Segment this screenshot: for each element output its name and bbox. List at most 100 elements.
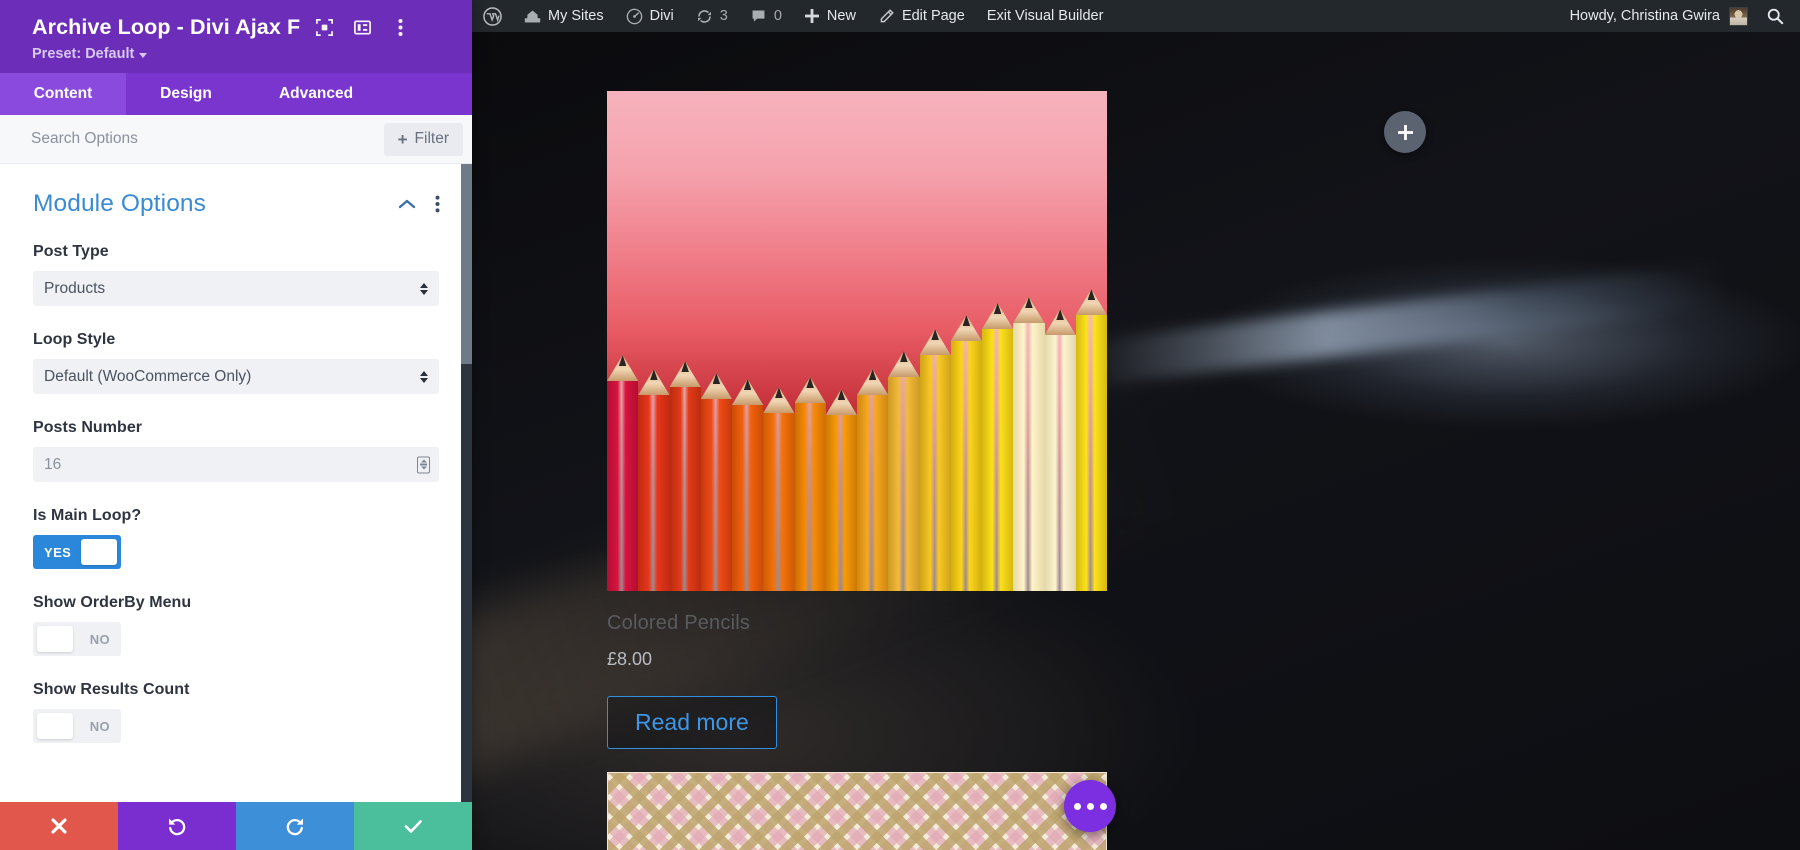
panel-title-row: Archive Loop - Divi Ajax Filt... xyxy=(32,13,454,41)
admin-bar-search-button[interactable] xyxy=(1760,7,1800,25)
admin-bar-updates-count: 3 xyxy=(720,8,728,24)
admin-bar-my-sites[interactable]: My Sites xyxy=(513,0,615,32)
preset-label: Preset: Default xyxy=(32,46,134,62)
filter-button-label: Filter xyxy=(415,130,449,148)
product-card[interactable] xyxy=(607,772,1107,850)
visual-builder-canvas[interactable]: Colored Pencils £8.00 Read more xyxy=(472,32,1800,850)
panel-scrollbar-thumb[interactable] xyxy=(461,164,472,364)
field-label: Posts Number xyxy=(33,419,439,437)
toggle-knob xyxy=(37,713,73,739)
field-label: Is Main Loop? xyxy=(33,507,439,525)
admin-bar-my-sites-label: My Sites xyxy=(548,8,604,24)
admin-bar-right-group: Howdy, Christina Gwira xyxy=(1558,0,1800,32)
redo-arrow-icon xyxy=(284,815,306,837)
vertical-dots-icon[interactable] xyxy=(422,195,452,213)
loop-style-select[interactable]: Default (WooCommerce Only) xyxy=(33,359,439,394)
wordpress-logo-icon xyxy=(483,7,502,26)
panel-tabs: Content Design Advanced xyxy=(0,73,472,115)
layout-panel-icon[interactable] xyxy=(348,13,376,41)
panel-header: Archive Loop - Divi Ajax Filt... xyxy=(0,0,472,73)
admin-bar-edit-page-label: Edit Page xyxy=(902,8,965,24)
save-button[interactable] xyxy=(354,802,472,850)
field-show-results-count: Show Results Count NO xyxy=(0,681,472,743)
select-arrows-icon xyxy=(420,371,428,383)
divi-dashboard-icon xyxy=(626,8,643,25)
toggle-state-label: NO xyxy=(79,632,121,647)
admin-bar-new[interactable]: New xyxy=(793,0,867,32)
search-icon xyxy=(1766,7,1784,25)
field-is-main-loop: Is Main Loop? YES xyxy=(0,507,472,569)
preset-selector[interactable]: Preset: Default xyxy=(32,46,454,62)
admin-bar-divi-label: Divi xyxy=(650,8,674,24)
toggle-state-label: NO xyxy=(79,719,121,734)
quantity-stepper[interactable] xyxy=(417,456,430,473)
field-post-type: Post Type Products xyxy=(0,243,472,306)
admin-bar-edit-page[interactable]: Edit Page xyxy=(867,0,976,32)
panel-body[interactable]: Module Options Post Type xyxy=(0,164,472,802)
tab-advanced[interactable]: Advanced xyxy=(246,73,386,115)
admin-bar-new-label: New xyxy=(827,8,856,24)
posts-number-value: 16 xyxy=(44,456,61,474)
admin-bar-comments[interactable]: 0 xyxy=(739,0,793,32)
admin-bar-wordpress-logo[interactable] xyxy=(472,0,513,32)
close-x-icon xyxy=(49,816,69,836)
product-price: £8.00 xyxy=(607,649,1107,670)
product-card[interactable]: Colored Pencils £8.00 Read more xyxy=(607,91,1107,749)
search-row: + Filter xyxy=(0,115,472,164)
product-title: Colored Pencils xyxy=(607,612,1107,635)
undo-button[interactable] xyxy=(118,802,236,850)
updates-icon xyxy=(696,8,713,25)
three-dots-icon xyxy=(1074,803,1081,810)
howdy-label: Howdy, Christina Gwira xyxy=(1570,8,1720,24)
section-title: Module Options xyxy=(33,190,392,218)
tab-content[interactable]: Content xyxy=(0,73,126,115)
plus-icon xyxy=(804,8,820,24)
plus-icon: + xyxy=(398,131,408,148)
patterned-fabric-photo xyxy=(607,772,1107,850)
divi-module-settings-panel[interactable]: Archive Loop - Divi Ajax Filt... xyxy=(0,0,472,850)
avatar xyxy=(1729,7,1748,26)
admin-bar-comments-count: 0 xyxy=(774,8,782,24)
tab-design[interactable]: Design xyxy=(126,73,246,115)
show-results-count-toggle[interactable]: NO xyxy=(33,709,121,743)
chevron-down-icon xyxy=(139,53,147,58)
three-dots-icon xyxy=(1087,803,1094,810)
admin-bar-exit-visual-builder[interactable]: Exit Visual Builder xyxy=(976,0,1115,32)
admin-bar-howdy[interactable]: Howdy, Christina Gwira xyxy=(1558,7,1760,26)
admin-bar-exit-vb-label: Exit Visual Builder xyxy=(987,8,1104,24)
posts-number-input[interactable]: 16 xyxy=(33,447,439,482)
panel-scrollbar[interactable] xyxy=(461,164,472,802)
admin-bar-divi[interactable]: Divi xyxy=(615,0,685,32)
filter-button[interactable]: + Filter xyxy=(384,123,463,156)
plus-icon xyxy=(1397,124,1414,141)
post-type-select[interactable]: Products xyxy=(33,271,439,306)
visual-builder-menu-button[interactable] xyxy=(1064,780,1116,832)
redo-button[interactable] xyxy=(236,802,354,850)
vertical-dots-icon[interactable] xyxy=(386,13,414,41)
field-label: Show OrderBy Menu xyxy=(33,594,439,612)
admin-bar-updates[interactable]: 3 xyxy=(685,0,739,32)
panel-action-bar xyxy=(0,802,472,850)
search-input[interactable] xyxy=(0,115,384,163)
comments-icon xyxy=(750,8,767,25)
module-options-header: Module Options xyxy=(0,164,472,218)
sites-icon xyxy=(524,8,541,25)
field-posts-number: Posts Number 16 xyxy=(0,419,472,482)
cancel-button[interactable] xyxy=(0,802,118,850)
chevron-up-icon[interactable] xyxy=(392,198,422,210)
field-label: Post Type xyxy=(33,243,439,261)
show-orderby-menu-toggle[interactable]: NO xyxy=(33,622,121,656)
add-section-button[interactable] xyxy=(1384,111,1426,153)
field-label: Loop Style xyxy=(33,331,439,349)
is-main-loop-toggle[interactable]: YES xyxy=(33,535,121,569)
select-arrows-icon xyxy=(420,283,428,295)
undo-arrow-icon xyxy=(166,815,188,837)
read-more-button[interactable]: Read more xyxy=(607,696,777,749)
field-loop-style: Loop Style Default (WooCommerce Only) xyxy=(0,331,472,394)
loop-style-value: Default (WooCommerce Only) xyxy=(44,368,251,386)
panel-scroll-content: Module Options Post Type xyxy=(0,164,472,763)
toggle-state-label: YES xyxy=(33,545,82,560)
focus-target-icon[interactable] xyxy=(310,13,338,41)
three-dots-icon xyxy=(1100,803,1107,810)
post-type-value: Products xyxy=(44,280,105,298)
